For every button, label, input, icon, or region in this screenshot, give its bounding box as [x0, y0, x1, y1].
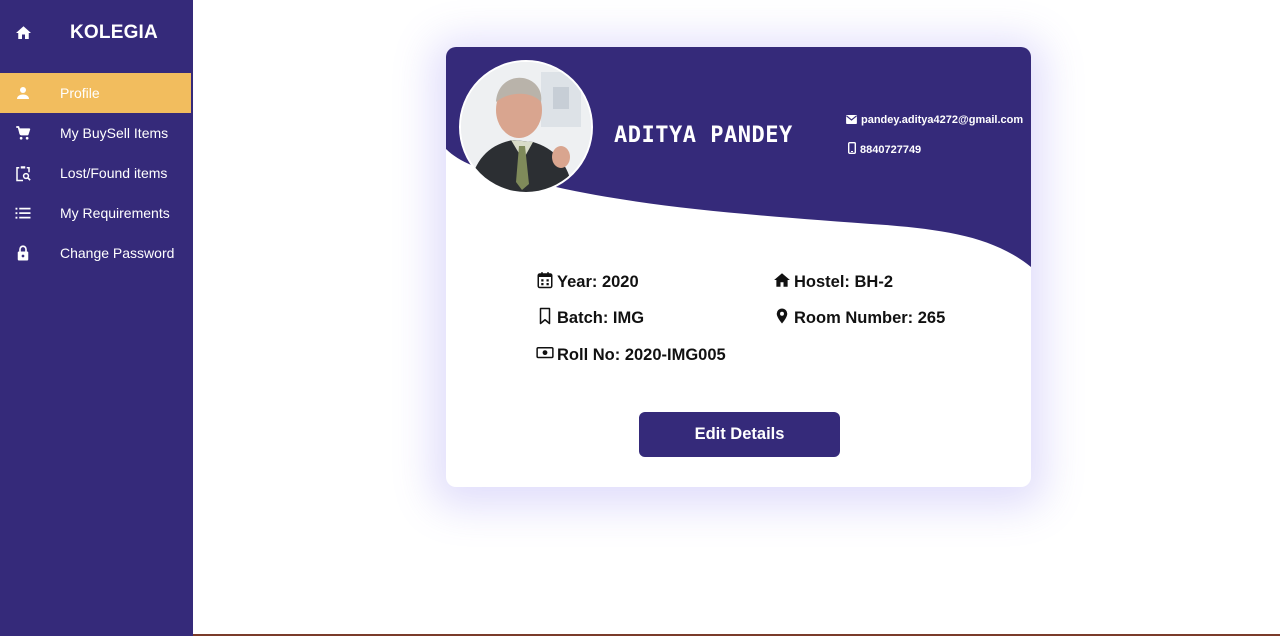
- email-line: pandey.aditya4272@gmail.com: [846, 114, 1023, 126]
- clipboard-search-icon: [16, 166, 31, 182]
- avatar-photo: [461, 62, 591, 192]
- sidebar-item-label: Profile: [60, 85, 100, 101]
- sidebar-item-label: Change Password: [60, 245, 175, 261]
- sidebar-item-change-password[interactable]: Change Password: [0, 233, 191, 273]
- edit-details-button[interactable]: Edit Details: [639, 412, 840, 457]
- brand-name: KOLEGIA: [70, 22, 158, 43]
- brand-row[interactable]: KOLEGIA: [0, 0, 193, 66]
- lock-icon: [17, 245, 29, 261]
- home-icon[interactable]: [14, 24, 33, 42]
- sidebar-item-lost-found[interactable]: Lost/Found items: [0, 153, 191, 193]
- sidebar: KOLEGIA Profile My BuySell Items Lost/Fo…: [0, 0, 193, 636]
- detail-room: Room Number: 265: [773, 307, 945, 329]
- phone-icon: [848, 142, 856, 154]
- sidebar-item-label: My Requirements: [60, 205, 170, 221]
- email-text: pandey.aditya4272@gmail.com: [861, 114, 1024, 126]
- bookmark-icon: [539, 307, 551, 325]
- mail-icon: [846, 115, 857, 124]
- list-icon: [15, 207, 31, 219]
- location-pin-icon: [776, 308, 788, 324]
- detail-roll-no: Roll No: 2020-IMG005: [536, 344, 726, 366]
- phone-text: 8840727749: [860, 144, 922, 156]
- detail-roll-no-text: Roll No: 2020-IMG005: [557, 346, 726, 364]
- avatar: [459, 60, 593, 194]
- home-icon: [774, 273, 790, 287]
- detail-hostel-text: Hostel: BH-2: [794, 273, 894, 291]
- money-icon: [536, 347, 554, 359]
- sidebar-item-profile[interactable]: Profile: [0, 73, 191, 113]
- cart-icon: [16, 126, 31, 140]
- person-icon: [17, 87, 29, 99]
- detail-batch-text: Batch: IMG: [557, 309, 645, 327]
- sidebar-item-label: My BuySell Items: [60, 125, 169, 141]
- sidebar-item-label: Lost/Found items: [60, 165, 168, 181]
- detail-year: Year: 2020: [536, 271, 639, 293]
- detail-room-text: Room Number: 265: [794, 309, 946, 327]
- user-name: ADITYA PANDEY: [614, 123, 793, 148]
- profile-card: ADITYA PANDEY pandey.aditya4272@gmail.co…: [446, 47, 1031, 487]
- detail-hostel: Hostel: BH-2: [773, 271, 893, 293]
- calendar-icon: [537, 272, 553, 289]
- detail-batch: Batch: IMG: [536, 307, 644, 329]
- sidebar-item-buysell[interactable]: My BuySell Items: [0, 113, 191, 153]
- phone-line: 8840727749: [848, 142, 921, 156]
- detail-year-text: Year: 2020: [557, 273, 639, 291]
- sidebar-item-requirements[interactable]: My Requirements: [0, 193, 191, 233]
